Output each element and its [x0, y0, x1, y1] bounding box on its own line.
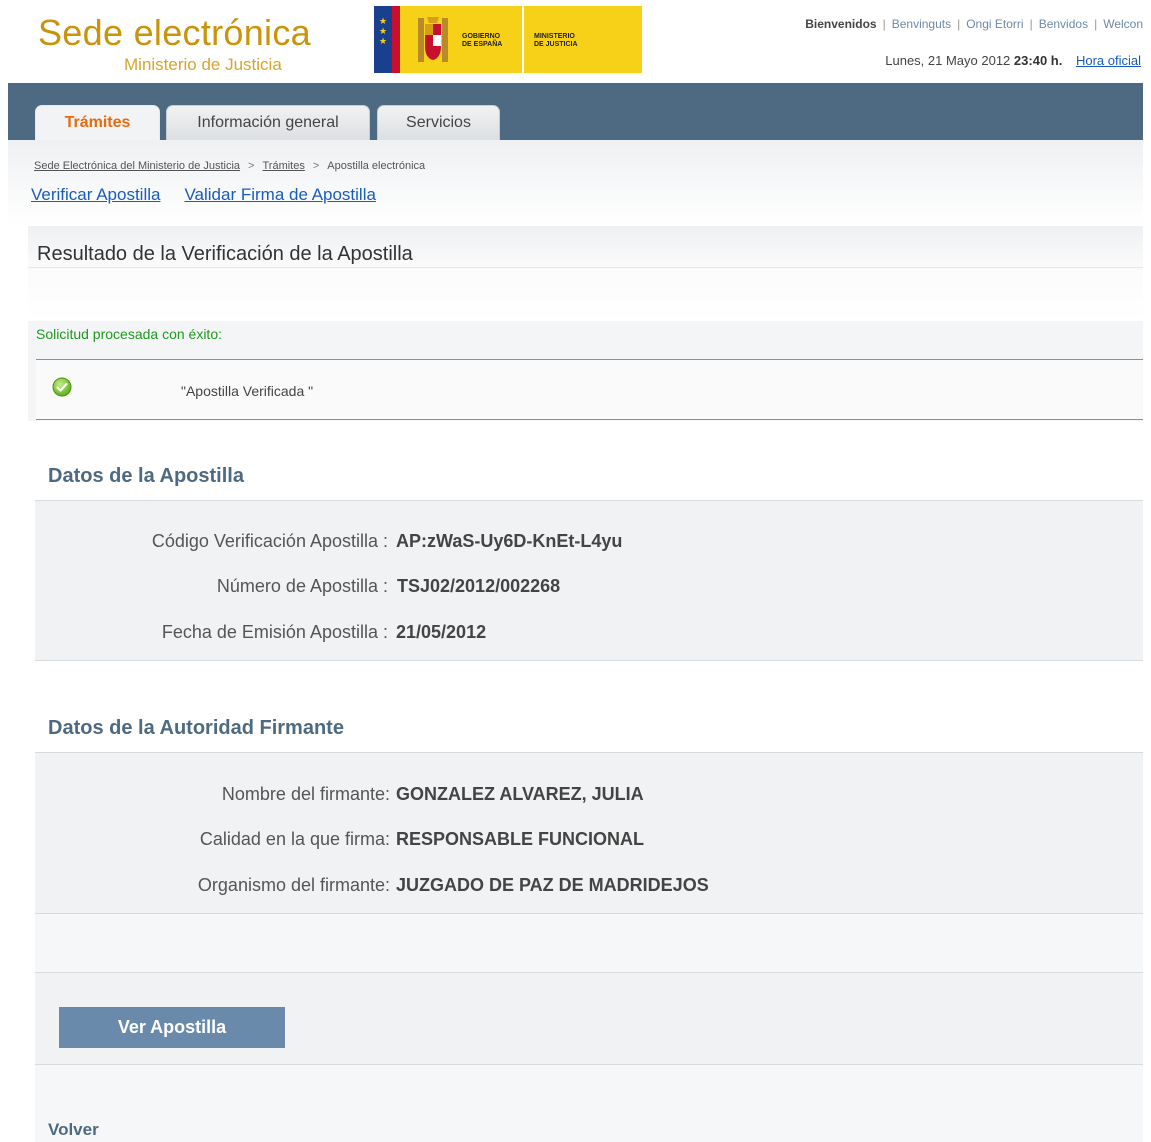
main-content: Sede Electrónica del Ministerio de Justi… — [8, 140, 1143, 1142]
page-title: Resultado de la Verificación de la Apost… — [37, 243, 413, 265]
fecha-value: 21/05/2012 — [396, 622, 487, 642]
lang-en[interactable]: Welcon — [1103, 17, 1143, 31]
government-logo: ★ ★ ★ GOBIERNO DE ESPAÑA MINISTERIO DE JUSTI… — [374, 6, 642, 73]
lang-ca[interactable]: Benvinguts — [892, 17, 951, 31]
validate-signature-link[interactable]: Validar Firma de Apostilla — [184, 185, 376, 204]
date-time: Lunes, 21 Mayo 2012 23:40 h. Hora oficia… — [885, 53, 1141, 68]
site-header: Sede electrónica Ministerio de Justicia … — [0, 0, 1151, 83]
verify-apostille-link[interactable]: Verificar Apostilla — [31, 185, 160, 204]
organismo-label: Organismo del firmante: — [197, 875, 390, 895]
language-bar: Bienvenidos | Benvinguts | Ongi Etorri | Benvi… — [805, 17, 1143, 31]
sub-navigation: Verificar Apostilla Validar Firma de Apos… — [31, 185, 400, 205]
calidad-label: Calidad en la que firma: — [199, 829, 390, 849]
breadcrumb-home[interactable]: Sede Electrónica del Ministerio de Justi… — [34, 160, 240, 172]
ministerio-text: MINISTERIO DE JUSTICIA — [534, 33, 578, 48]
lang-eu[interactable]: Ongi Etorri — [966, 17, 1023, 31]
fecha-label: Fecha de Emisión Apostilla : — [161, 622, 388, 642]
tab-servicios[interactable]: Servicios — [377, 105, 500, 140]
lang-gl[interactable]: Benvidos — [1039, 17, 1088, 31]
coat-of-arms-icon — [418, 17, 448, 62]
brand-subtitle: Ministerio de Justicia — [124, 55, 282, 74]
section-title-apostilla: Datos de la Apostilla — [48, 465, 244, 487]
view-apostille-button[interactable]: Ver Apostilla — [59, 1007, 285, 1048]
breadcrumb-tramites[interactable]: Trámites — [262, 160, 304, 172]
main-navigation: Trámites Información general Servicios — [8, 83, 1143, 141]
back-link[interactable]: Volver — [48, 1120, 99, 1140]
numero-label: Número de Apostilla : — [216, 576, 388, 596]
breadcrumb: Sede Electrónica del Ministerio de Justi… — [34, 160, 426, 172]
firmante-label: Nombre del firmante: — [221, 784, 390, 804]
tab-tramites[interactable]: Trámites — [35, 105, 160, 141]
calidad-value: RESPONSABLE FUNCIONAL — [396, 829, 645, 849]
gobierno-text: GOBIERNO DE ESPAÑA — [462, 33, 503, 48]
numero-value: TSJ02/2012/002268 — [397, 576, 561, 596]
codigo-label: Código Verificación Apostilla : — [151, 531, 388, 551]
verification-status: "Apostilla Verificada " — [181, 383, 314, 399]
brand-title: Sede electrónica — [38, 12, 311, 53]
breadcrumb-current: Apostilla electrónica — [327, 160, 426, 172]
brand[interactable]: Sede electrónica Ministerio de Justicia — [38, 12, 311, 75]
current-date: Lunes, 21 Mayo 2012 — [885, 53, 1011, 68]
firmante-value: GONZALEZ ALVAREZ, JULIA — [396, 784, 644, 804]
organismo-value: JUZGADO DE PAZ DE MADRIDEJOS — [396, 875, 709, 895]
authority-data: Nombre del firmante: GONZALEZ ALVAREZ, J… — [35, 752, 1143, 914]
eu-flag-icon: ★ ★ ★ — [374, 6, 400, 73]
current-time: 23:40 h. — [1013, 53, 1063, 68]
apostilla-data: Código Verificación Apostilla : AP:zWaS-… — [35, 500, 1143, 661]
actions-panel: Ver Apostilla — [35, 972, 1143, 1065]
success-panel: Solicitud procesada con éxito: "Apostill… — [28, 321, 1143, 421]
lang-es[interactable]: Bienvenidos — [805, 17, 876, 31]
success-message: Solicitud procesada con éxito: — [36, 326, 222, 342]
official-time-link[interactable]: Hora oficial — [1076, 53, 1141, 68]
tab-informacion-general[interactable]: Información general — [166, 105, 370, 140]
codigo-value: AP:zWaS-Uy6D-KnEt-L4yu — [396, 531, 623, 551]
check-icon — [52, 377, 72, 397]
result-header: Resultado de la Verificación de la Apost… — [28, 226, 1143, 322]
section-title-autoridad: Datos de la Autoridad Firmante — [48, 717, 344, 739]
